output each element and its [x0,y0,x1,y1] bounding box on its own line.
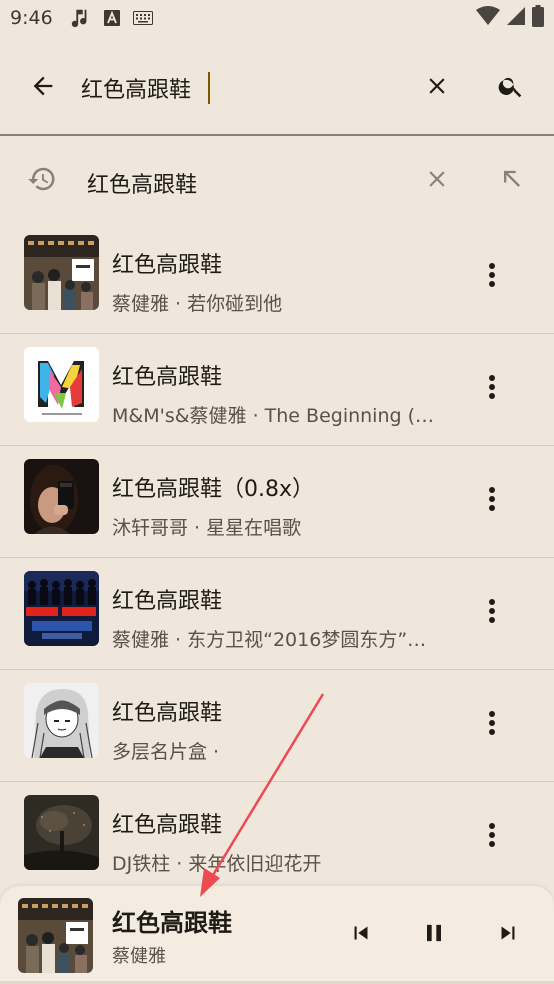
clear-search-button[interactable] [409,60,465,116]
search-button[interactable] [483,60,539,116]
pause-button[interactable] [406,907,462,963]
mini-player[interactable]: 红色高跟鞋 蔡健雅 [0,886,554,984]
skip-previous-icon [348,920,374,950]
more-options-button[interactable] [470,809,514,865]
more-vert-icon [488,598,496,628]
search-bar [0,50,554,126]
pause-icon [420,919,448,951]
song-title: 红色高跟鞋 [112,253,223,278]
arrow-up-left-icon [497,165,525,197]
song-subtitle: 蔡健雅 · 若你碰到他 [112,293,283,315]
song-title: 红色高跟鞋 [112,701,223,726]
song-subtitle: M&M's&蔡健雅 · The Beginning (… [112,405,435,427]
arrow-left-icon [29,72,57,104]
now-playing-cover [18,898,93,973]
song-list: 红色高跟鞋 蔡健雅 · 若你碰到他 红色高跟鞋 M&M's&蔡健雅 · The … [0,222,554,894]
song-item[interactable]: 红色高跟鞋（0.8x） 沐轩哥哥 · 星星在唱歌 [0,446,554,558]
music-note-icon [69,7,91,29]
more-vert-icon [488,710,496,740]
wifi-icon [476,5,500,31]
back-button[interactable] [15,60,71,116]
song-subtitle: DJ铁柱 · 来年依旧迎花开 [112,853,322,875]
history-icon-wrap [14,153,70,209]
more-vert-icon [488,822,496,852]
song-title: 红色高跟鞋 [112,365,223,390]
close-icon [424,73,450,103]
search-icon [497,72,525,104]
now-playing-title: 红色高跟鞋 [112,909,232,937]
battery-icon [532,4,544,32]
song-subtitle: 沐轩哥哥 · 星星在唱歌 [112,517,302,539]
song-subtitle: 蔡健雅 · 东方卫视“2016梦圆东方”… [112,629,427,651]
song-item[interactable]: 红色高跟鞋 多层名片盒 · [0,670,554,782]
more-vert-icon [488,374,496,404]
fill-query-button[interactable] [483,153,539,209]
album-cover [24,459,99,534]
more-vert-icon [488,486,496,516]
more-options-button[interactable] [470,697,514,753]
now-playing-artist: 蔡健雅 [112,946,166,967]
previous-button[interactable] [333,907,389,963]
song-item[interactable]: 红色高跟鞋 DJ铁柱 · 来年依旧迎花开 [0,782,554,894]
song-subtitle: 多层名片盒 · [112,741,220,763]
keyboard-icon [132,11,153,25]
close-icon [424,166,450,196]
song-title: 红色高跟鞋（0.8x） [112,477,315,502]
search-history-item[interactable]: 红色高跟鞋 [0,148,554,214]
album-cover [24,683,99,758]
signal-icon [506,6,526,31]
album-cover [24,347,99,422]
search-input[interactable] [81,70,401,106]
more-vert-icon [488,262,496,292]
song-item[interactable]: 红色高跟鞋 蔡健雅 · 若你碰到他 [0,222,554,334]
skip-next-icon [495,920,521,950]
song-item[interactable]: 红色高跟鞋 M&M's&蔡健雅 · The Beginning (… [0,334,554,446]
more-options-button[interactable] [470,361,514,417]
status-bar: 9:46 [0,0,554,36]
search-divider [0,134,554,136]
song-title: 红色高跟鞋 [112,589,223,614]
status-time: 9:46 [10,7,53,29]
album-cover [24,235,99,310]
history-text: 红色高跟鞋 [87,173,198,198]
text-a-icon [103,9,121,27]
history-icon [27,164,57,198]
more-options-button[interactable] [470,473,514,529]
next-button[interactable] [480,907,536,963]
more-options-button[interactable] [470,249,514,305]
album-cover [24,571,99,646]
song-item[interactable]: 红色高跟鞋 蔡健雅 · 东方卫视“2016梦圆东方”… [0,558,554,670]
text-cursor [208,72,210,104]
song-title: 红色高跟鞋 [112,813,223,838]
album-cover [24,795,99,870]
remove-history-button[interactable] [409,153,465,209]
more-options-button[interactable] [470,585,514,641]
